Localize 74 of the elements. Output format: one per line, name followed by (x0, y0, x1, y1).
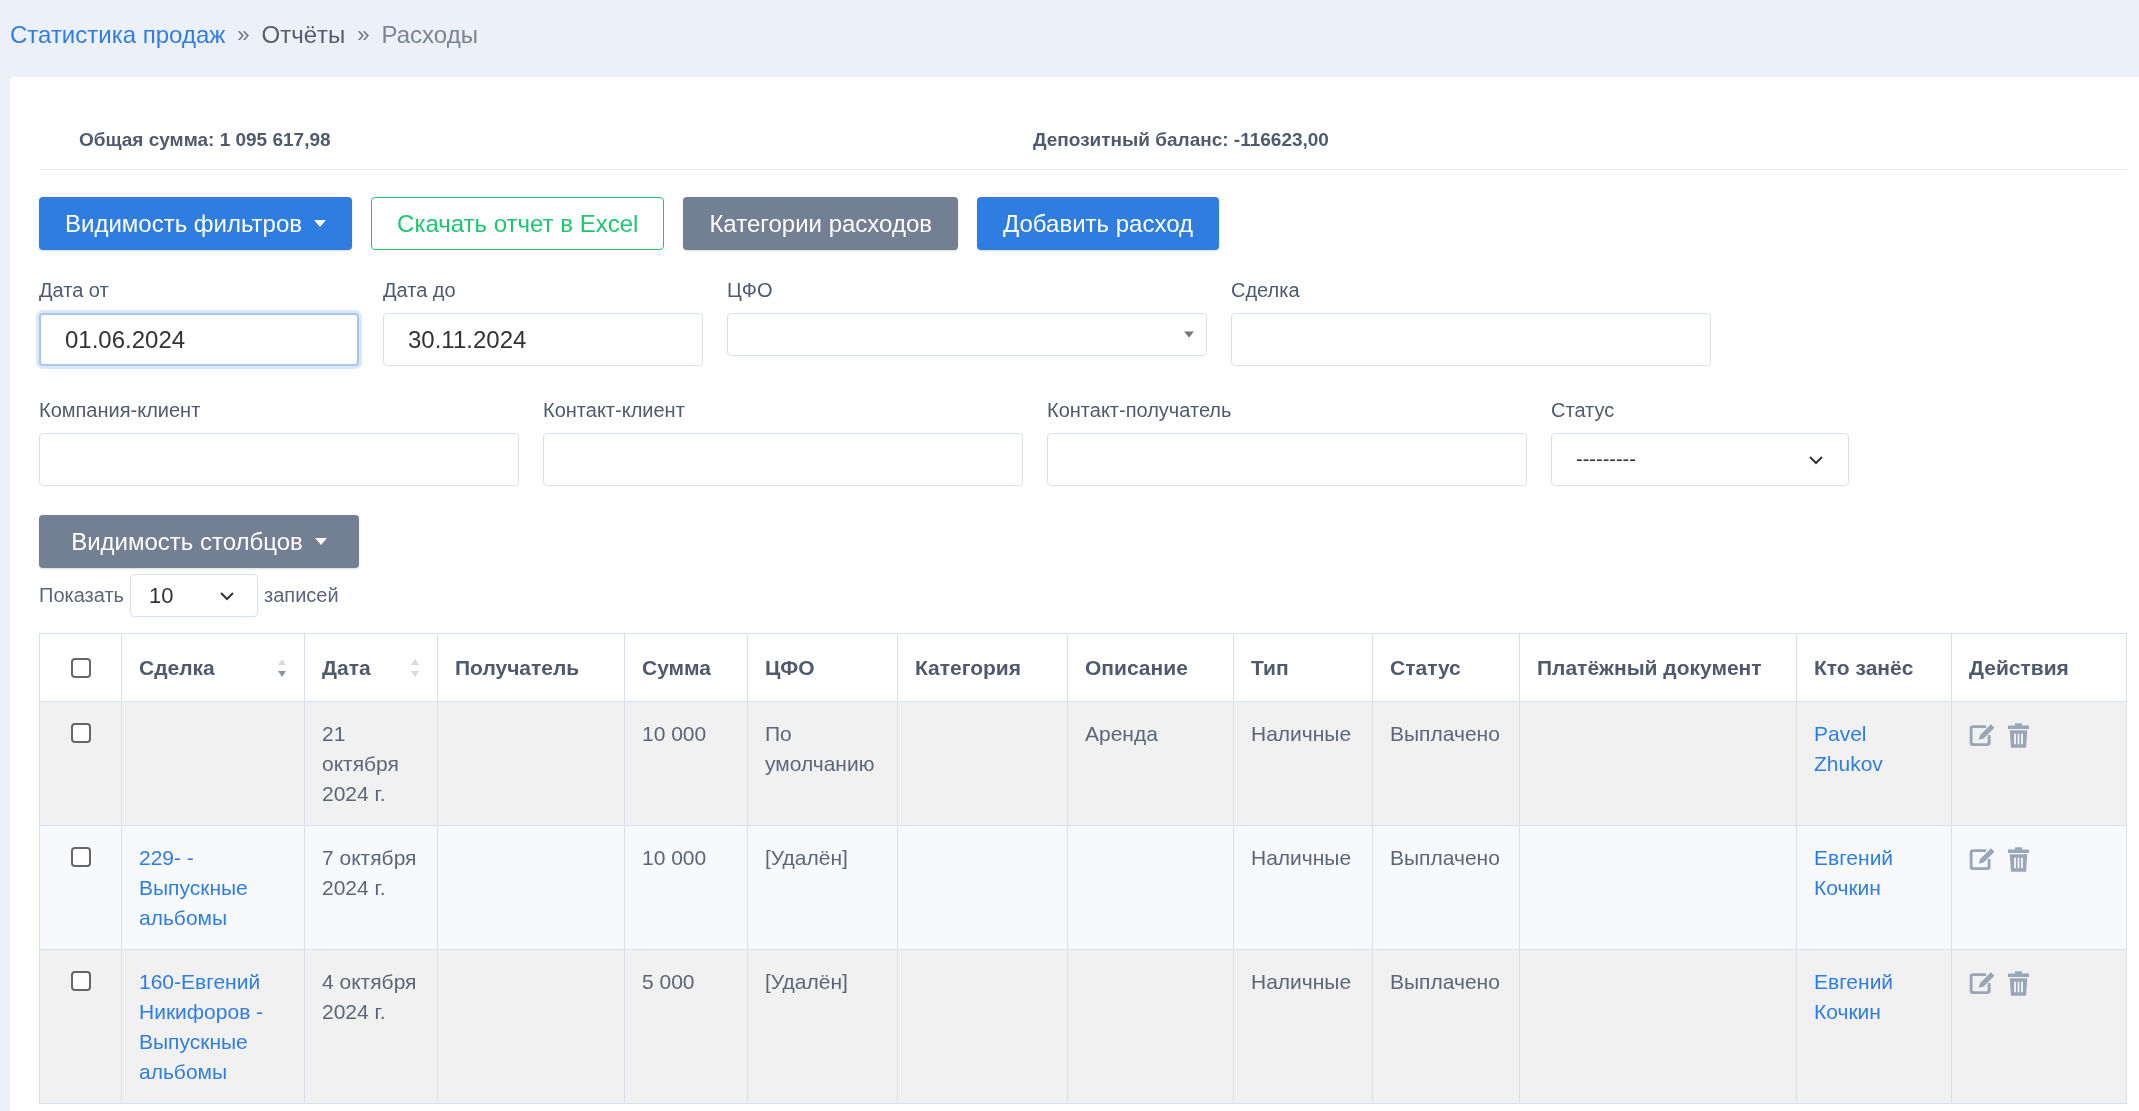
select-all-checkbox[interactable] (70, 657, 91, 678)
input-field[interactable]: 01.06.2024 (39, 313, 359, 366)
edit-icon[interactable] (1969, 723, 1996, 747)
table-cell: Выплачено (1390, 970, 1500, 993)
table-cell: Выплачено (1390, 846, 1500, 869)
total-text: Депозитный баланс: -116623,00 (1033, 129, 1330, 151)
field-label: Статус (1551, 399, 1616, 423)
input-field[interactable] (543, 433, 1023, 486)
show-label: Показать (39, 584, 125, 607)
table-cell: Аренда (1085, 722, 1158, 745)
select-field[interactable] (727, 313, 1207, 356)
edit-icon[interactable] (1969, 971, 1996, 995)
table-cell: 10 000 (642, 722, 707, 745)
column-header[interactable]: Сделка (139, 652, 215, 683)
total-text: Общая сумма: 1 095 617,98 (79, 129, 332, 151)
action-button[interactable]: Категории расходов (683, 197, 958, 250)
trash-icon[interactable] (2008, 847, 2029, 872)
breadcrumb-separator: » (357, 22, 370, 48)
entries-label: записей (264, 584, 339, 607)
field-label: Компания-клиент (39, 399, 202, 423)
table-cell: 7 октября 2024 г. (322, 846, 417, 899)
table-cell: По умолчанию (765, 722, 875, 775)
breadcrumb-separator: » (237, 22, 250, 48)
sort-icon[interactable] (277, 657, 287, 678)
table-cell: [Удалён] (765, 846, 848, 869)
row-checkbox[interactable] (70, 847, 91, 867)
column-header[interactable]: Дата (322, 652, 371, 683)
action-button[interactable]: Добавить расход (977, 197, 1219, 250)
table-cell: Наличные (1251, 846, 1352, 869)
action-button[interactable]: Видимость фильтров (39, 197, 353, 250)
field-label: Контакт-получатель (1047, 399, 1233, 423)
column-header: Сумма (642, 654, 712, 681)
column-header: ЦФО (765, 654, 815, 681)
field-label: Дата от (39, 279, 110, 303)
breadcrumb-item: Расходы (381, 21, 478, 49)
table-cell: 5 000 (642, 970, 695, 993)
column-header: Платёжный документ (1537, 654, 1762, 681)
field-label: Сделка (1231, 279, 1301, 303)
input-field[interactable] (1231, 313, 1711, 366)
column-header: Описание (1085, 654, 1188, 681)
chevron-icon (1808, 454, 1824, 465)
action-button[interactable]: Скачать отчет в Excel (371, 197, 665, 250)
input-field[interactable] (39, 433, 519, 486)
input-field[interactable] (1047, 433, 1527, 486)
table-cell: [Удалён] (765, 970, 848, 993)
table-cell: Наличные (1251, 970, 1352, 993)
table-cell: 21 октября 2024 г. (322, 722, 399, 805)
trash-icon[interactable] (2008, 971, 2029, 996)
column-header: Кто занёс (1814, 654, 1914, 681)
select-field[interactable]: --------- (1551, 433, 1849, 486)
trash-icon[interactable] (2008, 723, 2029, 748)
breadcrumb-link[interactable]: Статистика продаж (10, 21, 226, 49)
table-cell: 10 000 (642, 846, 707, 869)
page-length-select[interactable]: 10 (130, 574, 259, 617)
caret-icon (1184, 331, 1194, 338)
input-field[interactable]: 30.11.2024 (383, 313, 703, 366)
column-header: Действия (1969, 654, 2069, 681)
column-header: Тип (1251, 654, 1289, 681)
field-label: Дата до (383, 279, 457, 303)
row-checkbox[interactable] (70, 723, 91, 743)
edit-icon[interactable] (1969, 847, 1996, 871)
column-header: Категория (915, 654, 1021, 681)
chevron-icon (219, 590, 236, 601)
table-cell: Выплачено (1390, 722, 1500, 745)
columns-visibility-button[interactable]: Видимость столбцов (39, 515, 359, 568)
field-label: Контакт-клиент (543, 399, 686, 423)
breadcrumb-item: Отчёты (261, 21, 346, 49)
field-label: ЦФО (727, 279, 774, 303)
table-cell: 4 октября 2024 г. (322, 970, 417, 1023)
sort-icon[interactable] (410, 657, 420, 678)
column-header: Получатель (455, 654, 580, 681)
row-checkbox[interactable] (70, 971, 91, 991)
column-header: Статус (1390, 654, 1461, 681)
table-cell: Наличные (1251, 722, 1352, 745)
